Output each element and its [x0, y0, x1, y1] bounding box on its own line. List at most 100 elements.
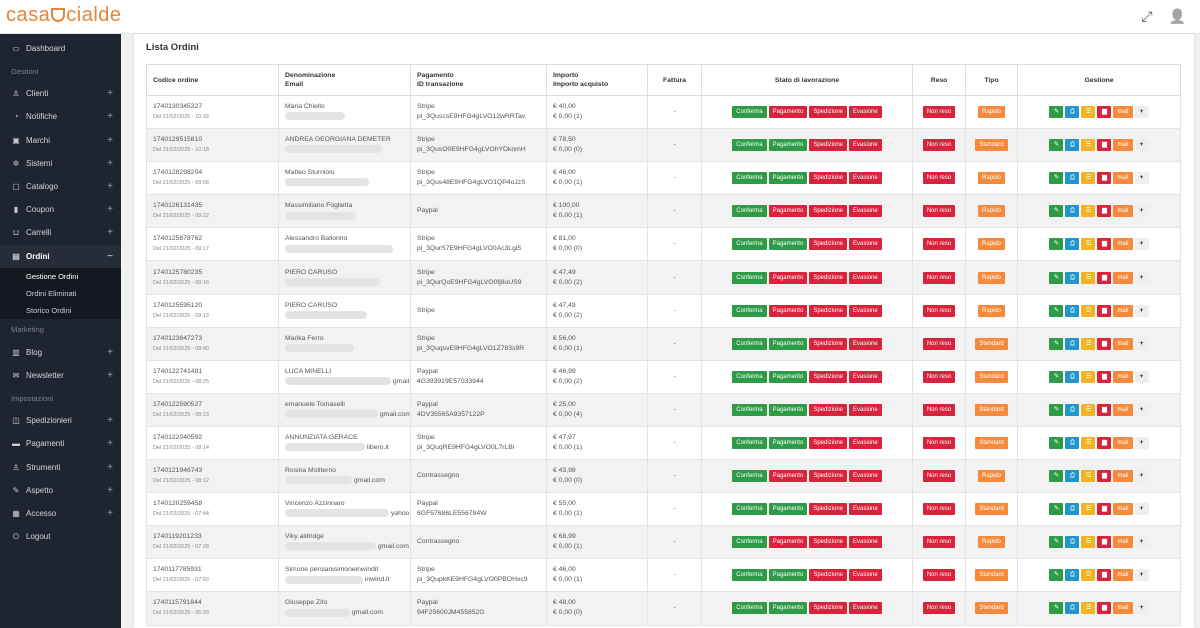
plus-icon[interactable]: +	[1134, 106, 1149, 119]
print-icon[interactable]: ⎙	[1065, 536, 1080, 549]
status-spedizione-button[interactable]: Spedizione	[809, 205, 848, 218]
sidebar-item-strumenti[interactable]: ♙ Strumenti +	[0, 455, 121, 478]
status-conferma-button[interactable]: Conferma	[732, 470, 767, 483]
mail-button[interactable]: mail	[1113, 271, 1133, 284]
print-icon[interactable]: ⎙	[1065, 271, 1080, 284]
status-spedizione-button[interactable]: Spedizione	[809, 139, 848, 152]
list-icon[interactable]: ☰	[1081, 172, 1096, 185]
plus-icon[interactable]: +	[1134, 536, 1149, 549]
trash-icon[interactable]: ▆	[1097, 139, 1112, 152]
status-pagamento-button[interactable]: Pagamento	[768, 569, 808, 582]
trash-icon[interactable]: ▆	[1097, 238, 1112, 251]
plus-icon[interactable]: +	[1134, 569, 1149, 582]
list-icon[interactable]: ☰	[1081, 139, 1096, 152]
list-icon[interactable]: ☰	[1081, 602, 1096, 615]
status-spedizione-button[interactable]: Spedizione	[809, 403, 848, 416]
trash-icon[interactable]: ▆	[1097, 503, 1112, 516]
table-row[interactable]: 1740125780235 Del 21/02/2025 - 09:16 PIERO…	[146, 260, 1181, 295]
non-reso-badge[interactable]: Non reso	[922, 337, 956, 350]
plus-icon[interactable]: +	[1134, 172, 1149, 185]
status-conferma-button[interactable]: Conferma	[732, 337, 767, 350]
status-pagamento-button[interactable]: Pagamento	[768, 503, 808, 516]
expand-icon[interactable]: ⤢	[1141, 8, 1152, 25]
non-reso-badge[interactable]: Non reso	[922, 139, 956, 152]
plus-icon[interactable]: +	[1134, 337, 1149, 350]
non-reso-badge[interactable]: Non reso	[922, 106, 956, 119]
sidebar-item-newsletter[interactable]: ✉ Newsletter +	[0, 364, 121, 387]
edit-icon[interactable]: ✎	[1049, 205, 1064, 218]
sidebar-subitem-gestione-ordini[interactable]: Gestione Ordini	[0, 268, 121, 285]
edit-icon[interactable]: ✎	[1049, 337, 1064, 350]
table-row[interactable]: 1740123647273 Del 21/02/2025 - 08:40 Marik…	[146, 327, 1181, 361]
non-reso-badge[interactable]: Non reso	[922, 602, 956, 615]
header-stato[interactable]: Stato di lavorazione	[701, 64, 913, 96]
plus-icon[interactable]: +	[1134, 304, 1149, 317]
cell-codice[interactable]: 1740125595120 Del 21/02/2025 - 09:13	[146, 294, 279, 328]
list-icon[interactable]: ☰	[1081, 337, 1096, 350]
status-pagamento-button[interactable]: Pagamento	[768, 602, 808, 615]
cell-codice[interactable]: 1740122590527 Del 21/02/2025 - 08:23	[146, 393, 279, 427]
cell-codice[interactable]: 1740126131435 Del 21/02/2025 - 09:22	[146, 194, 279, 229]
status-pagamento-button[interactable]: Pagamento	[768, 403, 808, 416]
non-reso-badge[interactable]: Non reso	[922, 403, 956, 416]
status-pagamento-button[interactable]: Pagamento	[768, 238, 808, 251]
status-evasione-button[interactable]: Evasione	[849, 139, 882, 152]
status-spedizione-button[interactable]: Spedizione	[809, 304, 848, 317]
cell-codice[interactable]: 1740115791844 Del 21/02/2025 - 06:29	[146, 591, 279, 626]
status-evasione-button[interactable]: Evasione	[849, 238, 882, 251]
plus-icon[interactable]: +	[1134, 205, 1149, 218]
plus-icon[interactable]: +	[1134, 139, 1149, 152]
edit-icon[interactable]: ✎	[1049, 106, 1064, 119]
mail-button[interactable]: mail	[1113, 139, 1133, 152]
plus-icon[interactable]: +	[1134, 503, 1149, 516]
table-row[interactable]: 1740115791844 Del 21/02/2025 - 06:29 Giuse…	[146, 591, 1181, 626]
trash-icon[interactable]: ▆	[1097, 271, 1112, 284]
edit-icon[interactable]: ✎	[1049, 436, 1064, 449]
print-icon[interactable]: ⎙	[1065, 569, 1080, 582]
status-pagamento-button[interactable]: Pagamento	[768, 470, 808, 483]
status-conferma-button[interactable]: Conferma	[732, 436, 767, 449]
trash-icon[interactable]: ▆	[1097, 106, 1112, 119]
logo[interactable]: casa cialde	[6, 4, 122, 27]
status-evasione-button[interactable]: Evasione	[849, 370, 882, 383]
sidebar-item-pagamenti[interactable]: ▬ Pagamenti +	[0, 432, 121, 455]
edit-icon[interactable]: ✎	[1049, 503, 1064, 516]
sidebar-item-logout[interactable]: ⏻ Logout	[0, 525, 121, 548]
sidebar-item-dashboard[interactable]: ▭ Dashboard	[0, 37, 121, 60]
status-pagamento-button[interactable]: Pagamento	[768, 536, 808, 549]
status-pagamento-button[interactable]: Pagamento	[768, 139, 808, 152]
status-conferma-button[interactable]: Conferma	[732, 271, 767, 284]
status-spedizione-button[interactable]: Spedizione	[809, 470, 848, 483]
mail-button[interactable]: mail	[1113, 403, 1133, 416]
list-icon[interactable]: ☰	[1081, 569, 1096, 582]
sidebar-item-clienti[interactable]: ♙ Clienti +	[0, 82, 121, 105]
status-conferma-button[interactable]: Conferma	[732, 602, 767, 615]
cell-codice[interactable]: 1740125780235 Del 21/02/2025 - 09:16	[146, 260, 279, 295]
mail-button[interactable]: mail	[1113, 304, 1133, 317]
status-evasione-button[interactable]: Evasione	[849, 536, 882, 549]
mail-button[interactable]: mail	[1113, 536, 1133, 549]
trash-icon[interactable]: ▆	[1097, 536, 1112, 549]
header-reso[interactable]: Reso	[912, 64, 966, 96]
mail-button[interactable]: mail	[1113, 106, 1133, 119]
edit-icon[interactable]: ✎	[1049, 370, 1064, 383]
header-importo[interactable]: Importo Importo acquisto	[546, 64, 648, 96]
status-evasione-button[interactable]: Evasione	[849, 569, 882, 582]
table-row[interactable]: 1740122590527 Del 21/02/2025 - 08:23 emanu…	[146, 393, 1181, 427]
edit-icon[interactable]: ✎	[1049, 238, 1064, 251]
cell-codice[interactable]: 1740123647273 Del 21/02/2025 - 08:40	[146, 327, 279, 361]
table-row[interactable]: 1740120259458 Del 21/02/2025 - 07:44 Vince…	[146, 492, 1181, 527]
status-pagamento-button[interactable]: Pagamento	[768, 436, 808, 449]
list-icon[interactable]: ☰	[1081, 271, 1096, 284]
status-evasione-button[interactable]: Evasione	[849, 172, 882, 185]
print-icon[interactable]: ⎙	[1065, 238, 1080, 251]
table-row[interactable]: 1740128298204 Del 21/02/2025 - 09:58 Matte…	[146, 161, 1181, 196]
header-denominazione[interactable]: Denominazione Email	[278, 64, 411, 96]
trash-icon[interactable]: ▆	[1097, 403, 1112, 416]
trash-icon[interactable]: ▆	[1097, 337, 1112, 350]
status-conferma-button[interactable]: Conferma	[732, 569, 767, 582]
status-conferma-button[interactable]: Conferma	[732, 238, 767, 251]
plus-icon[interactable]: +	[1134, 370, 1149, 383]
status-conferma-button[interactable]: Conferma	[732, 503, 767, 516]
mail-button[interactable]: mail	[1113, 602, 1133, 615]
